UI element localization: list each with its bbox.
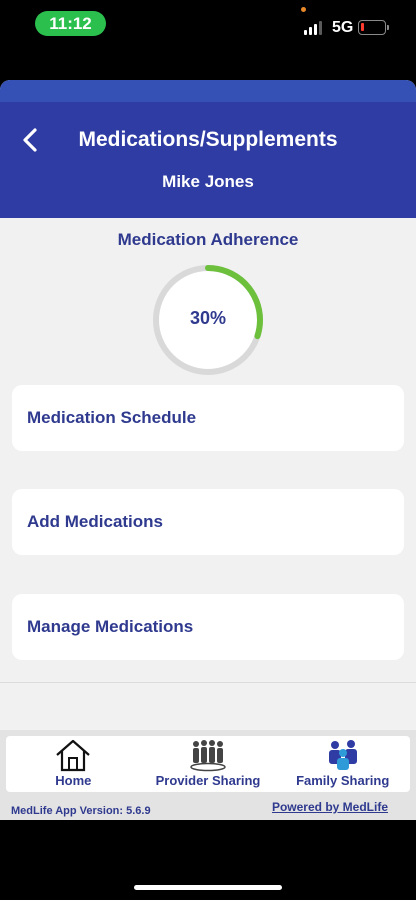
header: Medications/Supplements Mike Jones	[0, 102, 416, 218]
home-icon	[56, 739, 91, 772]
status-time: 11:12	[35, 11, 106, 36]
battery-icon	[358, 20, 386, 35]
adherence-gauge: 30%	[152, 264, 264, 376]
add-medications-label: Add Medications	[27, 512, 164, 531]
provider-sharing-icon	[190, 740, 226, 772]
status-bar: 11:12 5G	[0, 0, 416, 80]
content-divider	[0, 682, 416, 683]
medication-schedule-button[interactable]: Medication Schedule	[12, 385, 404, 451]
adherence-title: Medication Adherence	[117, 230, 299, 249]
bottom-nav: Home Provider Sharing Family Sharing	[6, 736, 410, 792]
signal-icon	[304, 21, 324, 35]
privacy-indicator-dot	[301, 7, 306, 12]
bottom-area: Home Provider Sharing Family Sharing Med…	[0, 730, 416, 820]
add-medications-button[interactable]: Add Medications	[12, 489, 404, 555]
manage-medications-button[interactable]: Manage Medications	[12, 594, 404, 660]
nav-home[interactable]: Home	[6, 736, 141, 792]
nav-home-label: Home	[55, 773, 92, 788]
manage-medications-label: Manage Medications	[27, 617, 194, 636]
app-screen: Medications/Supplements Mike Jones Medic…	[0, 80, 416, 820]
user-name: Mike Jones	[162, 172, 254, 191]
medication-schedule-label: Medication Schedule	[27, 408, 197, 427]
header-strip	[0, 80, 416, 102]
home-indicator	[134, 885, 282, 890]
nav-family-sharing[interactable]: Family Sharing	[275, 736, 410, 792]
app-version: MedLife App Version: 5.6.9	[11, 805, 151, 817]
powered-by-link[interactable]: Powered by MedLife	[272, 800, 388, 814]
network-label: 5G	[332, 19, 354, 36]
nav-family-sharing-label: Family Sharing	[296, 773, 390, 788]
nav-provider-sharing-label: Provider Sharing	[155, 773, 261, 788]
nav-provider-sharing[interactable]: Provider Sharing	[141, 736, 276, 792]
battery-tip	[387, 25, 389, 30]
page-title: Medications/Supplements	[78, 128, 338, 151]
family-sharing-icon	[328, 740, 357, 770]
adherence-value: 30%	[189, 308, 227, 328]
